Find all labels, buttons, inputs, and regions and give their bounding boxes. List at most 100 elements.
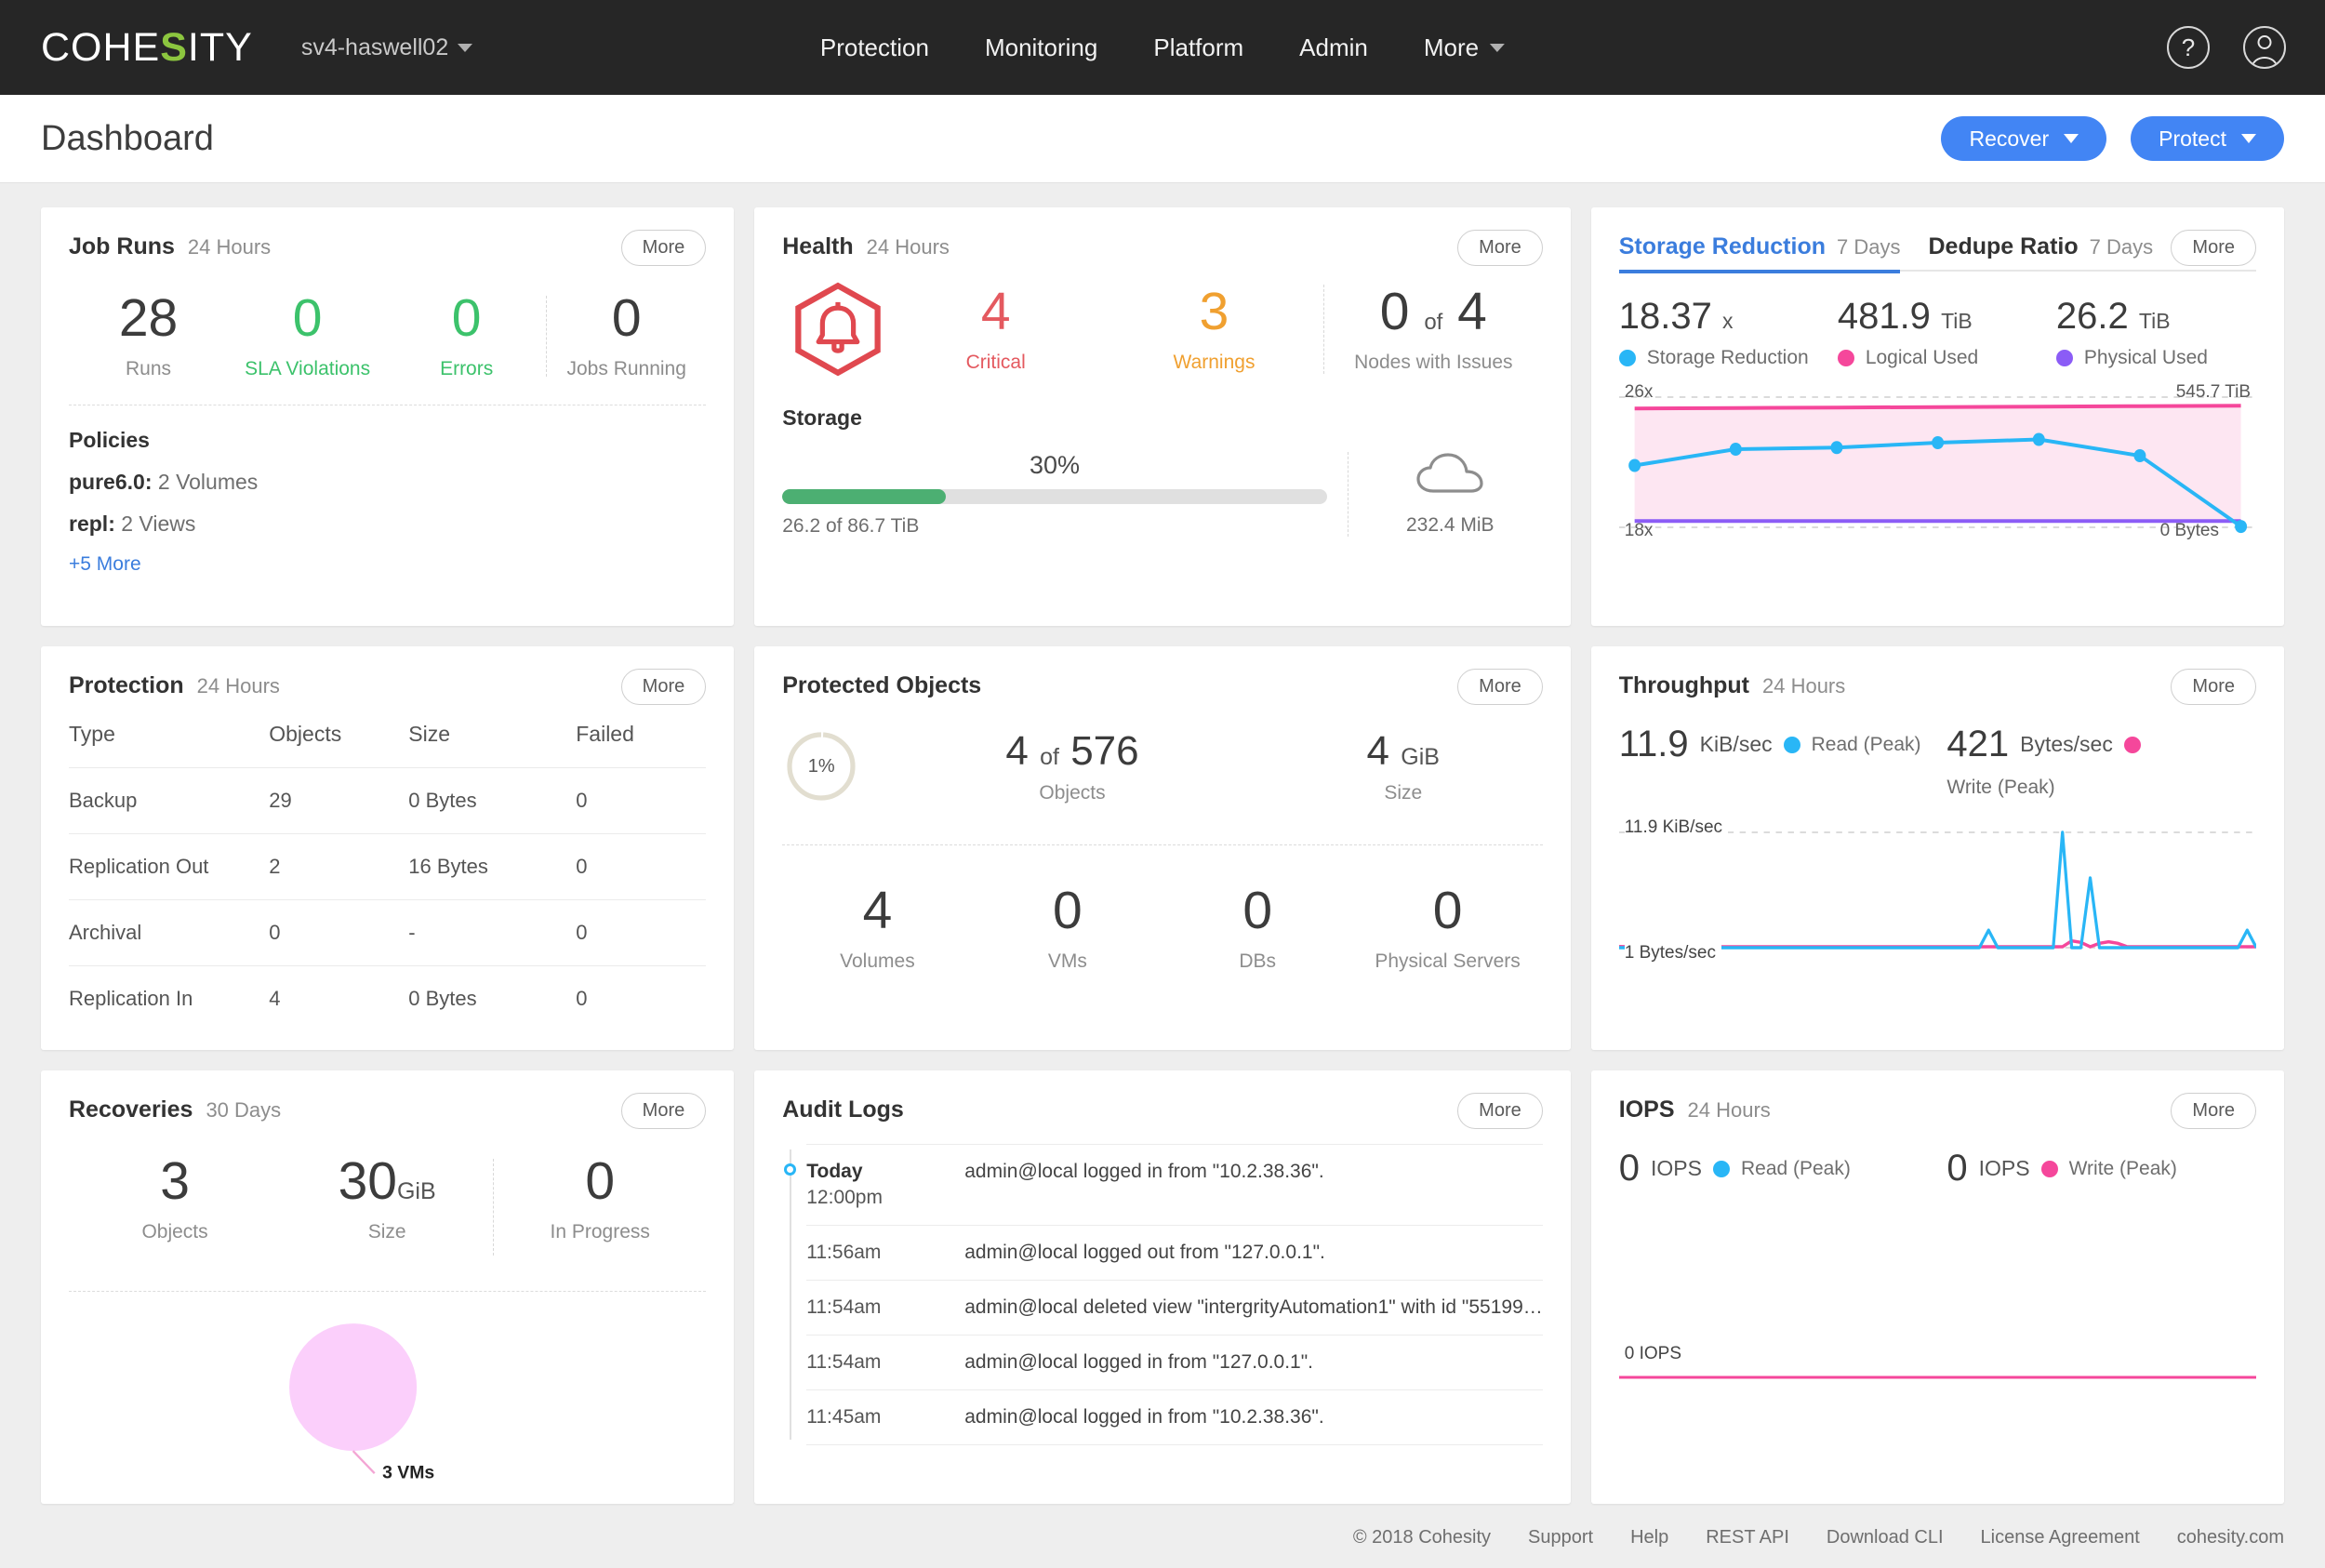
data-point[interactable] <box>2033 433 2045 446</box>
card-period: 24 Hours <box>1688 1098 1771 1123</box>
more-button-job-runs[interactable]: More <box>621 230 707 266</box>
protect-label: Protect <box>2159 126 2226 152</box>
card-header: Job Runs 24 Hours <box>69 233 706 260</box>
footer-link-rest-api[interactable]: REST API <box>1706 1527 1789 1548</box>
data-point[interactable] <box>2235 520 2247 533</box>
size-value: 4 <box>1367 728 1389 774</box>
footer-link-help[interactable]: Help <box>1630 1527 1668 1548</box>
more-button-throughput[interactable]: More <box>2171 669 2256 705</box>
list-item[interactable]: 11:45am admin@local logged in from "10.2… <box>806 1389 1543 1444</box>
kpi-unit: TiB <box>1941 309 1973 333</box>
nav-label: Monitoring <box>985 33 1097 62</box>
card-title: Throughput <box>1619 672 1749 699</box>
help-glyph: ? <box>2182 33 2195 62</box>
nav-item-admin[interactable]: Admin <box>1299 33 1368 62</box>
footer-link-support[interactable]: Support <box>1528 1527 1593 1548</box>
kpi-physical-used: 26.2 TiB Physical Used <box>2056 296 2256 369</box>
table-row[interactable]: Replication In 4 0 Bytes 0 <box>69 966 706 1032</box>
recover-button[interactable]: Recover <box>1941 116 2106 161</box>
stat-label: Size <box>281 1221 493 1243</box>
breakdown-vms: 0 VMs <box>973 884 1162 973</box>
card-title: Audit Logs <box>782 1096 904 1123</box>
stat-size: 30GiB Size <box>281 1155 493 1243</box>
cohesity-logo[interactable]: COHESITY <box>41 25 253 71</box>
bubble-leader-line <box>353 1451 375 1473</box>
protect-button[interactable]: Protect <box>2131 116 2284 161</box>
list-item[interactable]: 11:54am admin@local logged in from "127.… <box>806 1335 1543 1389</box>
list-item[interactable]: 11:54am admin@local deleted view "interg… <box>806 1280 1543 1335</box>
stat-value: 4 <box>886 286 1105 339</box>
job-runs-stats: 28 Runs 0 SLA Violations 0 Errors 0 Jobs… <box>69 292 706 380</box>
card-protection: Protection 24 Hours More Type Objects Si… <box>41 646 734 1050</box>
audit-clock: 12:00pm <box>806 1187 883 1208</box>
stat-value: 28 <box>69 292 228 345</box>
kpi-unit: Bytes/sec <box>2020 732 2113 757</box>
kpi-storage-reduction: 18.37 x Storage Reduction <box>1619 296 1819 369</box>
table-row[interactable]: Archival 0 - 0 <box>69 900 706 966</box>
tab-dedupe-ratio[interactable]: Dedupe Ratio 7 Days <box>1928 233 2153 272</box>
stat-label: DBs <box>1162 950 1352 973</box>
help-icon[interactable]: ? <box>2167 26 2210 69</box>
data-point[interactable] <box>1830 441 1842 454</box>
card-title: IOPS <box>1619 1096 1675 1123</box>
chevron-down-icon <box>458 44 472 52</box>
axis-label-bottom-left: 18x <box>1625 521 1654 541</box>
chevron-down-icon <box>2241 134 2256 143</box>
more-button-recoveries[interactable]: More <box>621 1093 707 1129</box>
footer-link-cohesity-com[interactable]: cohesity.com <box>2177 1527 2284 1548</box>
legend-dot <box>2041 1161 2058 1177</box>
legend-label: Write (Peak) <box>2069 1158 2177 1180</box>
cell-failed: 0 <box>576 966 706 1032</box>
footer-link-download-cli[interactable]: Download CLI <box>1827 1527 1944 1548</box>
data-point[interactable] <box>1628 459 1641 472</box>
more-button-protection[interactable]: More <box>621 669 707 705</box>
kpi-value: 0 <box>1619 1148 1640 1189</box>
policies-more-link[interactable]: +5 More <box>69 553 141 576</box>
footer-link-license-agreement[interactable]: License Agreement <box>1981 1527 2140 1548</box>
iops-plot <box>1619 1357 2256 1385</box>
stat-value: 3 <box>69 1155 281 1208</box>
card-job-runs: Job Runs 24 Hours More 28 Runs 0 SLA Vio… <box>41 207 734 626</box>
cell-type: Replication Out <box>69 834 269 900</box>
legend-label: Storage Reduction <box>1647 347 1809 369</box>
table-row[interactable]: Backup 29 0 Bytes 0 <box>69 768 706 834</box>
stat-warnings: 3 Warnings <box>1105 286 1323 374</box>
data-point[interactable] <box>2133 449 2146 462</box>
kpi-unit: IOPS <box>1651 1156 1702 1181</box>
more-button-protected-objects[interactable]: More <box>1457 669 1543 705</box>
more-button-audit-logs[interactable]: More <box>1457 1093 1543 1129</box>
timeline-rail <box>790 1149 791 1440</box>
data-point[interactable] <box>1730 443 1742 456</box>
nav-item-protection[interactable]: Protection <box>820 33 929 62</box>
card-period: 24 Hours <box>867 235 950 259</box>
more-button-health[interactable]: More <box>1457 230 1543 266</box>
cell-failed: 0 <box>576 768 706 834</box>
table-row[interactable]: Replication Out 2 16 Bytes 0 <box>69 834 706 900</box>
kpi-write-peak: 0 IOPS Write (Peak) <box>1946 1148 2256 1189</box>
account-avatar-icon[interactable] <box>2243 26 2286 69</box>
list-item[interactable]: Today 12:00pm admin@local logged in from… <box>806 1144 1543 1225</box>
nav-item-platform[interactable]: Platform <box>1153 33 1243 62</box>
card-period: 30 Days <box>206 1098 281 1123</box>
logo-text-main: COHE <box>41 25 160 70</box>
more-button-iops[interactable]: More <box>2171 1093 2256 1129</box>
card-title: Protection <box>69 672 184 699</box>
list-item[interactable]: 11:56am admin@local logged out from "127… <box>806 1225 1543 1280</box>
nav-item-more[interactable]: More <box>1424 33 1505 62</box>
kpi-logical-used: 481.9 TiB Logical Used <box>1838 296 2038 369</box>
stat-label: Objects <box>69 1221 281 1243</box>
stat-value: 0 <box>973 884 1162 937</box>
bubble-label: 3 VMs <box>382 1463 434 1483</box>
protected-objects-ring: 1% <box>782 727 860 805</box>
nav-item-monitoring[interactable]: Monitoring <box>985 33 1097 62</box>
audit-time: 11:56am <box>806 1242 964 1264</box>
storage-percent: 30% <box>782 451 1327 480</box>
bubble-vms[interactable] <box>289 1323 417 1451</box>
card-header: Recoveries 30 Days <box>69 1096 706 1123</box>
cluster-selector[interactable]: sv4-haswell02 <box>301 34 472 61</box>
data-point[interactable] <box>1932 436 1944 449</box>
audit-message: admin@local logged in from "10.2.38.36". <box>964 1406 1323 1428</box>
more-button-storage-reduction[interactable]: More <box>2171 230 2256 266</box>
tab-storage-reduction[interactable]: Storage Reduction 7 Days <box>1619 233 1901 272</box>
policy-name: repl <box>69 512 108 536</box>
